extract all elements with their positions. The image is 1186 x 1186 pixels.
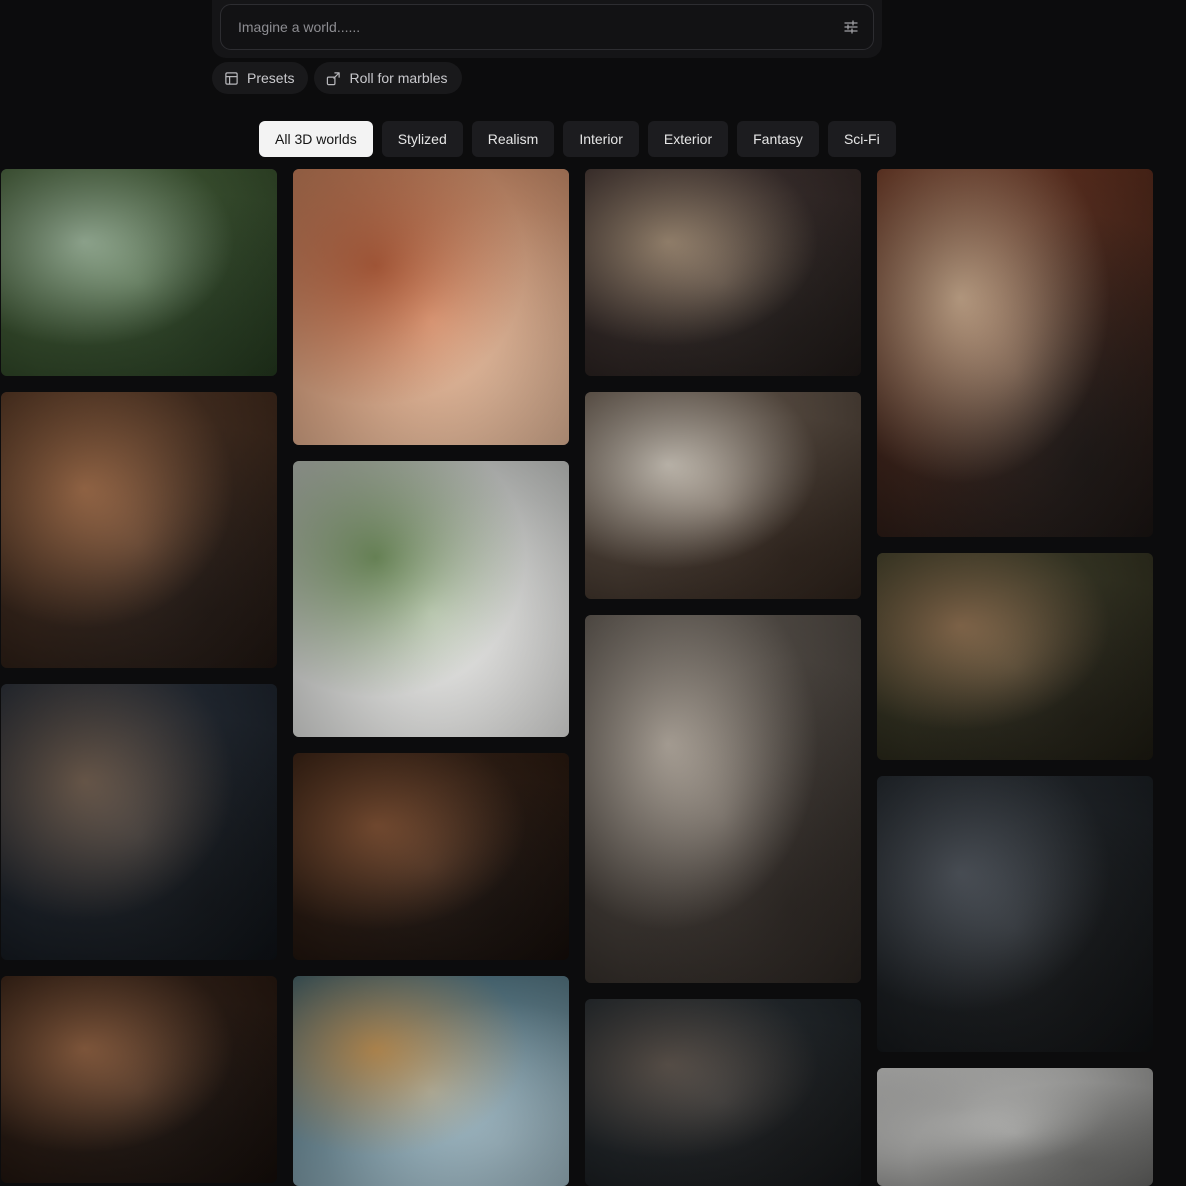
filter-interior[interactable]: Interior — [563, 121, 639, 157]
presets-label: Presets — [247, 70, 295, 86]
prompt-input[interactable] — [236, 18, 843, 36]
world-tile-cave-bedroom[interactable] — [585, 615, 861, 983]
world-tile-wooden-kitchen[interactable] — [293, 753, 569, 960]
filter-all-3d-worlds[interactable]: All 3D worlds — [259, 121, 373, 157]
prompt-actions: Presets Roll for marbles — [212, 62, 462, 94]
prompt-box — [220, 4, 874, 50]
world-tile-forest-treehouse[interactable] — [1, 169, 277, 376]
filter-sci-fi[interactable]: Sci-Fi — [827, 121, 896, 157]
sliders-icon[interactable] — [843, 19, 859, 35]
world-tile-victorian-staircase[interactable] — [877, 169, 1153, 537]
filter-stylized[interactable]: Stylized — [381, 121, 463, 157]
world-tile-whimsical-room[interactable] — [293, 976, 569, 1186]
prompt-panel — [212, 0, 882, 58]
world-tile-cozy-study[interactable] — [585, 169, 861, 376]
world-tile-loft-corridor[interactable] — [585, 392, 861, 599]
category-filters: All 3D worlds Stylized Realism Interior … — [259, 121, 896, 157]
filter-exterior[interactable]: Exterior — [647, 121, 729, 157]
world-tile-overgrown-ruins[interactable] — [877, 553, 1153, 760]
presets-button[interactable]: Presets — [212, 62, 309, 94]
world-tile-palace-courtyard[interactable] — [293, 169, 569, 445]
world-tile-zen-garden[interactable] — [293, 461, 569, 737]
world-tile-library-hall[interactable] — [1, 392, 277, 668]
layout-icon — [224, 71, 239, 86]
filter-realism[interactable]: Realism — [471, 121, 555, 157]
world-tile-spaceship-bedroom[interactable] — [1, 684, 277, 960]
share-dice-icon — [326, 71, 341, 86]
world-tile-log-cabin[interactable] — [1, 976, 277, 1183]
filter-fantasy[interactable]: Fantasy — [737, 121, 819, 157]
roll-for-marbles-label: Roll for marbles — [349, 70, 448, 86]
roll-for-marbles-button[interactable]: Roll for marbles — [314, 62, 462, 94]
world-tile-sketch-house[interactable] — [877, 1068, 1153, 1186]
world-tile-dark-parlor[interactable] — [877, 776, 1153, 1052]
world-tile-classroom[interactable] — [585, 999, 861, 1186]
